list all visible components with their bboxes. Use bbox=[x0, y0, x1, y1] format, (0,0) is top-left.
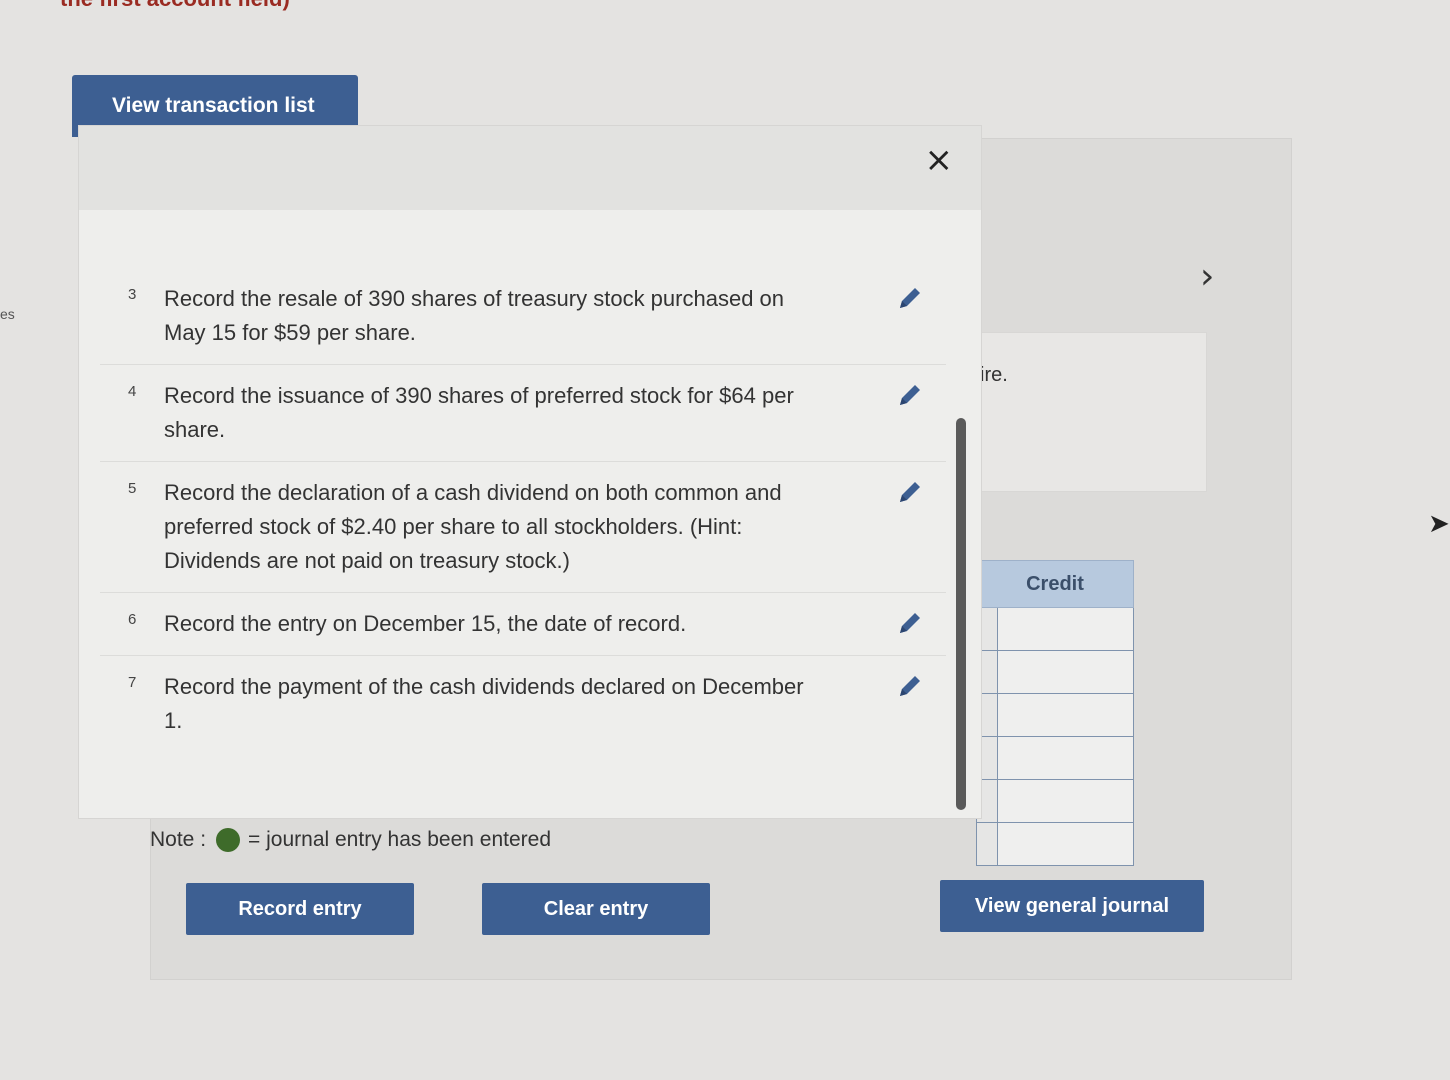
credit-input-cell[interactable] bbox=[997, 779, 1134, 823]
transaction-description: Record the resale of 390 shares of treas… bbox=[164, 286, 785, 345]
pencil-icon[interactable] bbox=[894, 607, 926, 639]
transaction-description: Record the issuance of 390 shares of pre… bbox=[164, 383, 794, 442]
clear-entry-button[interactable]: Clear entry bbox=[482, 883, 710, 935]
pencil-icon[interactable] bbox=[894, 670, 926, 702]
credit-input-cell[interactable] bbox=[997, 693, 1134, 737]
transaction-number: 6 bbox=[128, 611, 137, 628]
transaction-number: 3 bbox=[128, 286, 137, 303]
journal-row bbox=[976, 736, 1134, 780]
transaction-list: 3 Record the resale of 390 shares of tre… bbox=[100, 268, 946, 752]
credit-column-header: Credit bbox=[976, 560, 1134, 608]
pencil-icon[interactable] bbox=[894, 379, 926, 411]
view-general-journal-button[interactable]: View general journal bbox=[940, 880, 1204, 932]
credit-input-cell[interactable] bbox=[997, 822, 1134, 866]
transaction-description: Record the declaration of a cash dividen… bbox=[164, 480, 782, 573]
note-legend-text: = journal entry has been entered bbox=[248, 828, 551, 851]
instruction-text-fragment: ire. bbox=[980, 364, 1008, 386]
pencil-icon[interactable] bbox=[894, 282, 926, 314]
transaction-number: 5 bbox=[128, 480, 137, 497]
transaction-number: 7 bbox=[128, 674, 137, 691]
transaction-list-scrollbar[interactable] bbox=[956, 418, 966, 810]
legend-note: Note : = journal entry has been entered bbox=[150, 828, 551, 852]
mouse-cursor-icon: ➤ bbox=[1428, 508, 1450, 538]
close-icon[interactable]: × bbox=[925, 140, 954, 180]
transaction-item-4: 4 Record the issuance of 390 shares of p… bbox=[100, 365, 946, 462]
journal-row bbox=[976, 779, 1134, 823]
journal-row bbox=[976, 693, 1134, 737]
instruction-box bbox=[975, 332, 1207, 492]
transaction-item-5: 5 Record the declaration of a cash divid… bbox=[100, 462, 946, 593]
journal-entry-table: Credit bbox=[976, 560, 1134, 866]
entered-status-dot-icon bbox=[216, 828, 241, 852]
transaction-description: Record the entry on December 15, the dat… bbox=[164, 611, 687, 636]
chevron-right-icon[interactable]: › bbox=[1200, 256, 1214, 297]
credit-input-cell[interactable] bbox=[997, 650, 1134, 694]
pencil-icon[interactable] bbox=[894, 476, 926, 508]
page-instruction-fragment: the first account field) bbox=[60, 0, 290, 12]
row-dropdown-cell[interactable] bbox=[976, 822, 998, 866]
transaction-number: 4 bbox=[128, 383, 137, 400]
journal-row bbox=[976, 650, 1134, 694]
journal-row bbox=[976, 607, 1134, 651]
journal-row bbox=[976, 822, 1134, 866]
side-text-fragment: es bbox=[0, 306, 15, 322]
transaction-item-7: 7 Record the payment of the cash dividen… bbox=[100, 656, 946, 752]
transaction-item-3: 3 Record the resale of 390 shares of tre… bbox=[100, 268, 946, 365]
credit-input-cell[interactable] bbox=[997, 736, 1134, 780]
note-label: Note : bbox=[150, 828, 207, 851]
modal-header: × bbox=[79, 126, 981, 210]
transaction-description: Record the payment of the cash dividends… bbox=[164, 674, 804, 733]
credit-input-cell[interactable] bbox=[997, 607, 1134, 651]
transaction-item-6: 6 Record the entry on December 15, the d… bbox=[100, 593, 946, 656]
record-entry-button[interactable]: Record entry bbox=[186, 883, 414, 935]
